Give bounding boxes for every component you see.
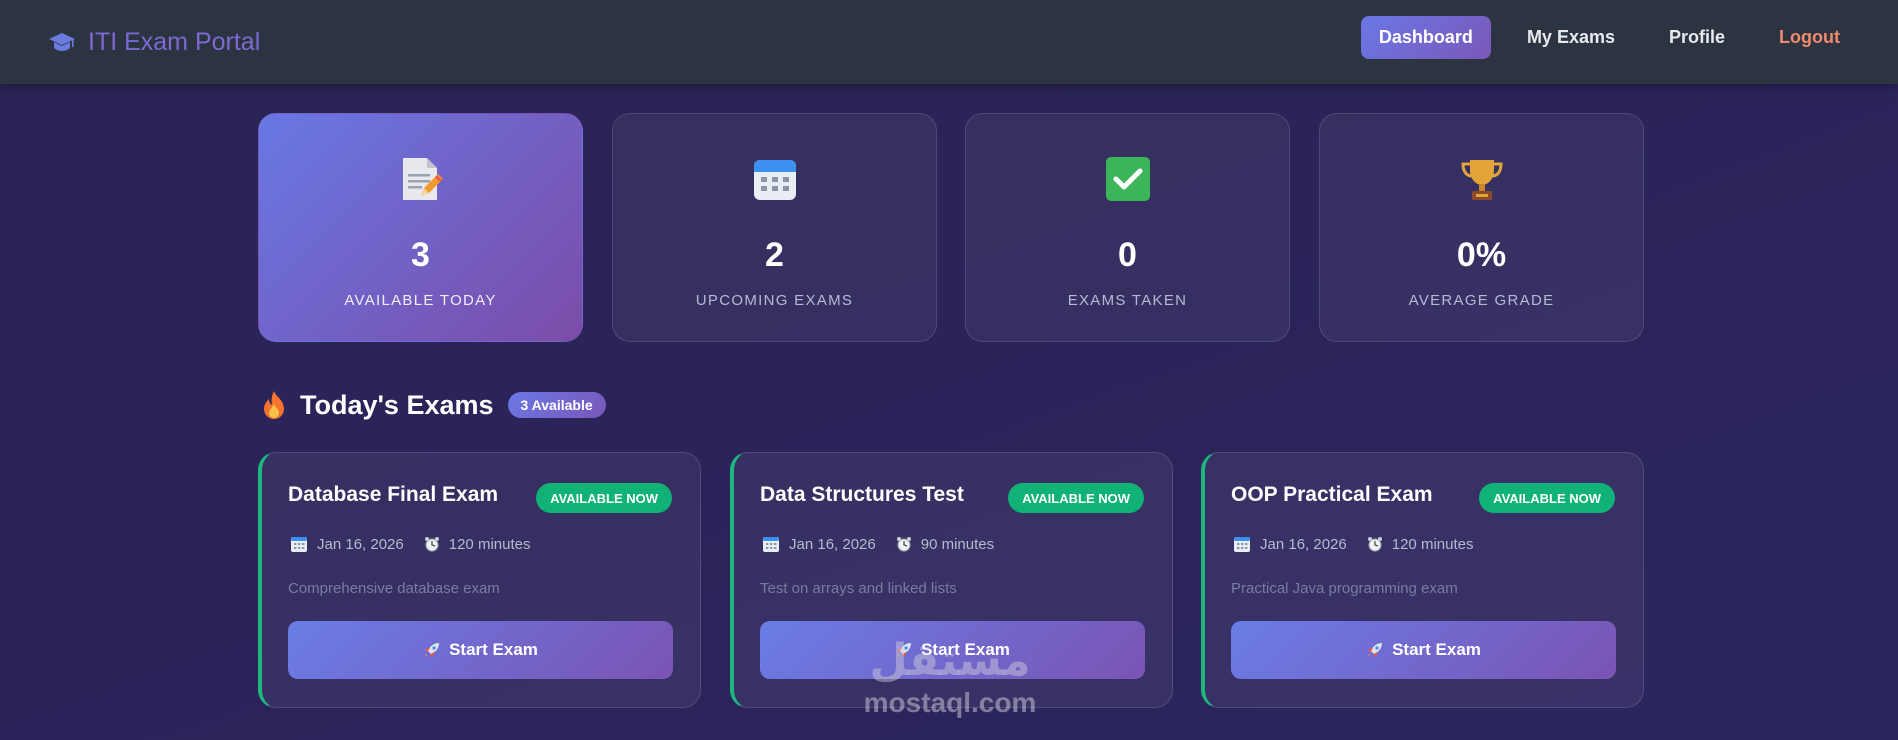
exam-meta: Jan 16, 2026 90 minutes (762, 535, 1014, 553)
exam-card: Data Structures Test AVAILABLE NOW Jan 1… (730, 452, 1173, 708)
start-exam-label: Start Exam (449, 640, 538, 659)
rocket-icon (1368, 643, 1383, 657)
nav-my-exams[interactable]: My Exams (1509, 16, 1633, 59)
available-count-badge: 3 Available (507, 392, 606, 418)
nav-dashboard[interactable]: Dashboard (1360, 16, 1491, 59)
fire-icon (264, 391, 284, 419)
stat-label: AVAILABLE TODAY (344, 292, 497, 309)
status-badge: AVAILABLE NOW (536, 483, 672, 513)
nav-links: Dashboard My Exams Profile Logout (1360, 16, 1858, 59)
check-mark-icon (966, 156, 1289, 204)
start-exam-button[interactable]: Start Exam (288, 621, 673, 679)
rocket-icon (897, 643, 912, 657)
alarm-clock-icon (896, 537, 911, 552)
alarm-clock-icon (424, 537, 439, 552)
status-badge: AVAILABLE NOW (1008, 483, 1144, 513)
exam-card: OOP Practical Exam AVAILABLE NOW Jan 16,… (1201, 452, 1644, 708)
exam-description: Test on arrays and linked lists (760, 580, 957, 597)
stats-row: 3 AVAILABLE TODAY 2 UPCOMING EXAMS 0 EXA… (258, 113, 1644, 342)
todays-exams-header: Today's Exams 3 Available (262, 387, 606, 423)
trophy-icon (1320, 156, 1643, 204)
graduation-cap-icon (49, 33, 75, 51)
stat-card-exams-taken: 0 EXAMS TAKEN (965, 113, 1290, 342)
stat-label: UPCOMING EXAMS (695, 292, 854, 309)
status-badge: AVAILABLE NOW (1479, 483, 1615, 513)
exam-duration: 90 minutes (920, 535, 995, 553)
stat-card-average-grade: 0% AVERAGE GRADE (1319, 113, 1644, 342)
stat-card-upcoming-exams: 2 UPCOMING EXAMS (612, 113, 937, 342)
exam-date: Jan 16, 2026 (317, 535, 404, 553)
exam-title: Data Structures Test (760, 483, 964, 506)
exam-meta: Jan 16, 2026 120 minutes (1233, 535, 1493, 553)
section-title: Today's Exams (300, 389, 494, 420)
exam-description: Comprehensive database exam (288, 580, 500, 597)
exam-title: OOP Practical Exam (1231, 483, 1433, 506)
exam-title: Database Final Exam (288, 483, 499, 506)
stat-value: 0% (1456, 236, 1507, 274)
stat-card-available-today: 3 AVAILABLE TODAY (258, 113, 583, 342)
exam-card: Database Final Exam AVAILABLE NOW Jan 16… (258, 452, 701, 708)
calendar-icon (763, 537, 779, 552)
brand[interactable]: ITI Exam Portal (48, 24, 260, 60)
calendar-icon (1234, 537, 1250, 552)
exam-date: Jan 16, 2026 (1260, 535, 1347, 553)
start-exam-label: Start Exam (1392, 640, 1481, 659)
stat-value: 3 (411, 236, 430, 274)
stat-value: 0 (1118, 236, 1137, 274)
nav-logout[interactable]: Logout (1761, 16, 1858, 59)
exam-duration: 120 minutes (448, 535, 531, 553)
exam-description: Practical Java programming exam (1231, 580, 1458, 597)
alarm-clock-icon (1367, 537, 1382, 552)
exam-duration: 120 minutes (1391, 535, 1474, 553)
stat-value: 2 (765, 236, 784, 274)
exam-meta: Jan 16, 2026 120 minutes (290, 535, 550, 553)
start-exam-label: Start Exam (921, 640, 1010, 659)
rocket-icon (425, 643, 440, 657)
stat-label: EXAMS TAKEN (1067, 292, 1188, 309)
memo-icon (259, 156, 582, 204)
top-navbar: ITI Exam Portal Dashboard My Exams Profi… (0, 0, 1898, 84)
calendar-icon (613, 156, 936, 204)
calendar-icon (291, 537, 307, 552)
brand-title: ITI Exam Portal (88, 27, 261, 56)
exam-date: Jan 16, 2026 (789, 535, 876, 553)
stat-label: AVERAGE GRADE (1408, 292, 1555, 309)
nav-profile[interactable]: Profile (1651, 16, 1743, 59)
start-exam-button[interactable]: Start Exam (1231, 621, 1616, 679)
start-exam-button[interactable]: Start Exam (760, 621, 1145, 679)
